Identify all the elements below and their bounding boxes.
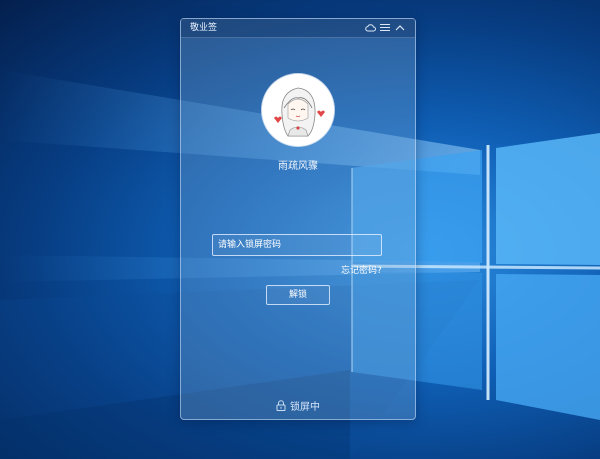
titlebar[interactable]: 敬业签 <box>181 19 415 38</box>
lock-status-text: 锁屏中 <box>290 401 320 413</box>
avatar <box>262 74 334 146</box>
app-title: 敬业签 <box>190 23 218 33</box>
lock-icon <box>276 399 286 411</box>
username: 雨疏风骤 <box>278 161 318 172</box>
cloud-icon[interactable] <box>363 20 377 35</box>
lock-screen-panel: 敬业签 雨疏风骤 忘记密码? 解锁 锁屏中 <box>180 18 416 420</box>
unlock-button[interactable]: 解锁 <box>266 285 330 305</box>
desktop-background: 敬业签 雨疏风骤 忘记密码? 解锁 锁屏中 <box>0 0 600 459</box>
collapse-icon[interactable] <box>393 20 407 35</box>
lock-status: 锁屏中 <box>181 397 415 413</box>
forgot-password-link[interactable]: 忘记密码? <box>341 263 382 276</box>
menu-icon[interactable] <box>378 20 392 35</box>
anime-girl-avatar-icon <box>262 74 334 146</box>
lock-password-input[interactable] <box>212 234 382 256</box>
